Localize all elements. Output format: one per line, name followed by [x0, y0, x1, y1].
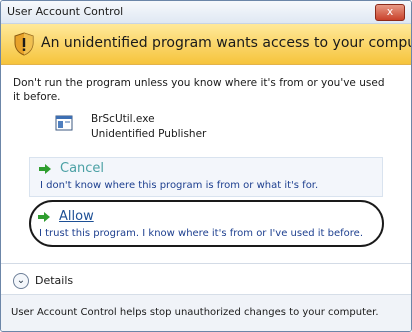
- warning-banner: An unidentified program wants access to …: [1, 24, 411, 65]
- cancel-option-description: I don't know where this program is from …: [40, 180, 319, 191]
- close-button[interactable]: x: [375, 4, 405, 21]
- cancel-option-button[interactable]: Cancel I don't know where this program i…: [29, 157, 383, 197]
- window-title: User Account Control: [7, 5, 124, 18]
- green-arrow-icon: [39, 164, 51, 174]
- cancel-option-title: Cancel: [60, 161, 105, 176]
- uac-shield-warning-icon: [14, 32, 34, 56]
- warning-text: Don't run the program unless you know wh…: [13, 77, 385, 103]
- banner-heading: An unidentified program wants access to …: [41, 35, 412, 51]
- footer-text: User Account Control helps stop unauthor…: [11, 307, 379, 318]
- divider: [1, 263, 411, 264]
- program-name: BrScUtil.exe: [91, 113, 155, 125]
- footer: User Account Control helps stop unauthor…: [1, 294, 411, 331]
- chevron-down-icon: ⌄: [13, 273, 29, 289]
- highlight-circle: [29, 200, 384, 247]
- details-label: Details: [35, 274, 74, 287]
- title-bar: User Account Control x: [1, 1, 411, 24]
- close-icon: x: [386, 5, 394, 18]
- program-publisher: Unidentified Publisher: [91, 128, 207, 140]
- application-icon: [55, 115, 73, 131]
- uac-dialog: User Account Control x An unidentified p…: [0, 0, 412, 332]
